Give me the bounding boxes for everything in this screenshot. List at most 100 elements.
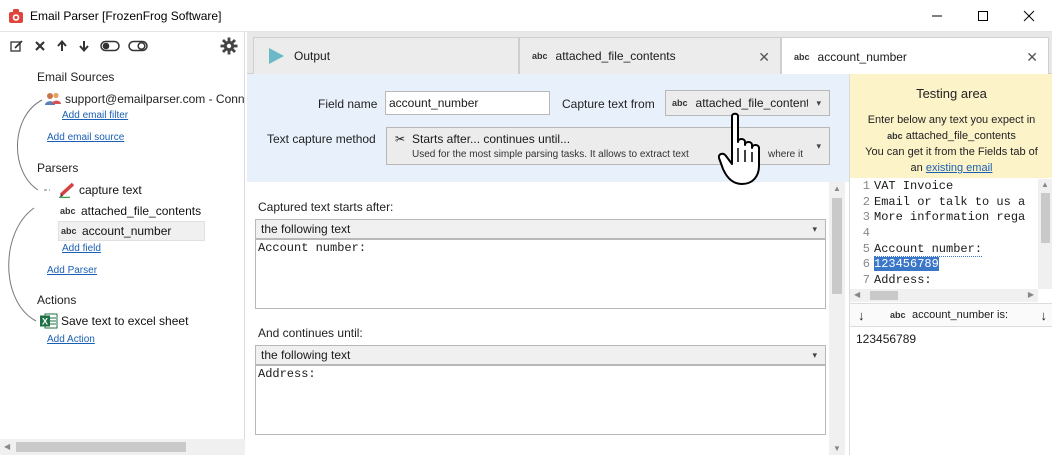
field-name-input[interactable]: account_number [385, 91, 550, 115]
method-title: Starts after... continues until... [412, 132, 571, 146]
email-source-item[interactable]: support@emailparser.com - Conn [44, 89, 245, 109]
test-vertical-scrollbar[interactable]: ▲ [1038, 179, 1052, 289]
scroll-thumb[interactable] [832, 198, 842, 294]
parser-item[interactable]: capture text [58, 180, 142, 200]
testing-desc-line2: You can get it from the Fields tab of [865, 146, 1038, 158]
existing-email-link[interactable]: existing email [926, 162, 993, 174]
tab-account-number[interactable]: abc account_number ✕ [781, 37, 1049, 75]
scroll-down-icon[interactable]: ▼ [833, 444, 841, 453]
starts-after-label: Captured text starts after: [258, 200, 394, 214]
arrow-down-icon [79, 41, 89, 53]
minimize-button[interactable] [914, 0, 960, 31]
line-number: 7 [862, 273, 870, 287]
arrow-down-icon[interactable]: ↓ [858, 308, 865, 323]
add-parser-link[interactable]: Add Parser [47, 265, 97, 276]
continues-until-label: And continues until: [258, 326, 363, 340]
line-number: 2 [862, 195, 870, 209]
starts-after-mode-select[interactable]: the following text ▾ [255, 219, 826, 239]
text-field-icon: abc [60, 206, 76, 216]
settings-button[interactable] [220, 37, 238, 55]
result-label: account_number is: [912, 309, 1008, 321]
tab-close-icon[interactable]: ✕ [758, 49, 770, 66]
text-field-icon: abc [672, 98, 688, 108]
chevron-down-icon: ▾ [816, 97, 821, 108]
actions-heading: Actions [37, 293, 77, 307]
line-number: 3 [862, 210, 870, 224]
add-email-source-link[interactable]: Add email source [47, 132, 124, 143]
continues-until-textarea[interactable]: Address: [255, 365, 826, 435]
continues-until-mode-value: the following text [261, 348, 351, 362]
line-text: VAT Invoice [874, 179, 954, 193]
users-icon [44, 91, 62, 107]
line-text: Address: [874, 273, 932, 287]
line-text: Email or talk to us a [874, 195, 1026, 209]
tab-attached-file-contents[interactable]: abc attached_file_contents ✕ [519, 37, 781, 74]
testing-desc-line1: Enter below any text you expect in [867, 114, 1036, 126]
maximize-button[interactable] [960, 0, 1006, 31]
tab-label: account_number [817, 49, 907, 64]
maximize-icon [978, 10, 988, 21]
code-line: 1 VAT Invoice [850, 179, 953, 194]
add-field-link[interactable]: Add field [62, 243, 101, 254]
chevron-down-icon: ▾ [812, 349, 817, 360]
editor-vertical-scrollbar[interactable]: ▲ ▼ [829, 182, 845, 455]
testing-header: Testing area Enter below any text you ex… [850, 74, 1052, 178]
tab-label: Output [294, 49, 331, 63]
method-label: Text capture method [267, 132, 376, 146]
scroll-up-icon[interactable]: ▲ [833, 184, 841, 193]
field-item-attached-file-contents[interactable]: abc attached_file_contents [60, 201, 201, 221]
code-line: 6 123456789 [850, 257, 939, 272]
scroll-left-icon[interactable]: ◀ [4, 442, 10, 451]
result-header: ↓ abc account_number is: ↓ [850, 303, 1052, 327]
scroll-thumb[interactable] [16, 442, 186, 452]
add-email-filter-link[interactable]: Add email filter [62, 110, 128, 121]
capture-from-label: Capture text from [562, 97, 655, 111]
text-field-icon: abc [61, 226, 77, 236]
scissors-icon: ✂ [395, 132, 406, 146]
action-item[interactable]: X Save text to excel sheet [40, 311, 188, 331]
text-field-icon: abc [887, 131, 903, 141]
scroll-up-icon[interactable]: ▲ [1041, 180, 1049, 189]
capture-from-value: attached_file_contents [695, 96, 808, 110]
toggle-off-icon [128, 40, 148, 52]
testing-desc-field-row: abc attached_file_contents [854, 128, 1049, 144]
scroll-right-icon[interactable]: ▶ [1028, 290, 1034, 299]
method-description: Used for the most simple parsing tasks. … [412, 149, 689, 160]
text-field-icon: abc [532, 51, 548, 61]
app-logo-icon [9, 9, 23, 23]
close-button[interactable] [1006, 0, 1052, 31]
line-number: 4 [862, 226, 870, 240]
test-text-editor[interactable]: 1 VAT Invoice 2 Email or talk to us a 3 Mor… [850, 179, 1038, 289]
arrow-down-icon[interactable]: ↓ [1041, 308, 1048, 323]
testing-desc-an: an [910, 162, 923, 174]
code-line: 2 Email or talk to us a [850, 195, 1025, 210]
play-icon [269, 48, 284, 64]
scroll-left-icon[interactable]: ◀ [854, 290, 860, 299]
scroll-thumb[interactable] [870, 291, 898, 300]
left-horizontal-scrollbar[interactable]: ◀ [0, 439, 245, 455]
line-number: 5 [862, 242, 870, 256]
text-field-icon: abc [794, 51, 810, 62]
scroll-thumb[interactable] [1041, 193, 1050, 243]
tab-output[interactable]: Output [253, 37, 519, 74]
move-down-button[interactable] [77, 39, 91, 53]
test-horizontal-scrollbar[interactable]: ◀ ▶ [850, 289, 1038, 302]
email-source-label: support@emailparser.com - Conn [65, 92, 245, 106]
chevron-down-icon: ▾ [812, 223, 817, 234]
text-field-icon: abc [890, 310, 906, 320]
code-line: 3 More information rega [850, 210, 1025, 225]
line-text: More information rega [874, 210, 1026, 224]
starts-after-textarea[interactable]: Account number: [255, 239, 826, 309]
method-description-tail: where it [768, 149, 804, 160]
continues-until-mode-select[interactable]: the following text ▾ [255, 345, 826, 365]
svg-text:X: X [42, 317, 48, 327]
tab-close-icon[interactable]: ✕ [1026, 49, 1038, 66]
line-number: 1 [862, 179, 870, 193]
add-action-link[interactable]: Add Action [47, 334, 95, 345]
parsers-heading: Parsers [37, 161, 79, 175]
code-line: 7 Address: [850, 273, 932, 288]
disable-toggle-button[interactable] [128, 39, 148, 53]
enable-toggle-button[interactable] [100, 39, 120, 53]
title-bar: Email Parser [FrozenFrog Software] [0, 0, 1052, 32]
field-item-account-number[interactable]: abc account_number [58, 221, 205, 241]
